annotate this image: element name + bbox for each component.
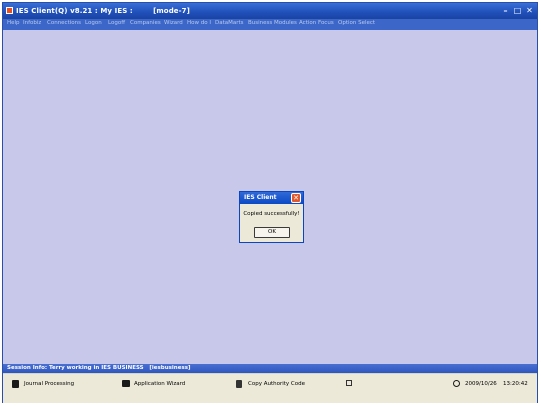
menu-infobiz[interactable]: Infobiz	[23, 20, 41, 26]
ok-button[interactable]: OK	[254, 227, 290, 238]
clock-icon	[453, 380, 460, 387]
app-icon	[6, 7, 13, 14]
session-info-bar: Session Info: Terry working in IES BUSIN…	[3, 364, 537, 373]
menu-how-do-i[interactable]: How do I	[187, 20, 211, 26]
title-bar[interactable]: IES Client(Q) v8.21 : My IES : [mode-7] …	[3, 3, 537, 19]
menu-logoff[interactable]: Logoff	[108, 20, 125, 26]
window-title: IES Client(Q) v8.21 : My IES : [mode-7]	[16, 7, 190, 15]
menu-wizard[interactable]: Wizard	[164, 20, 183, 26]
minimize-icon[interactable]: –	[500, 6, 511, 16]
copy-icon	[236, 380, 242, 388]
message-dialog: IES Client ✕ Copied successfully! OK	[239, 191, 304, 243]
dialog-close-icon[interactable]: ✕	[291, 193, 301, 203]
menu-datamarts[interactable]: DataMarts	[215, 20, 244, 26]
menu-option-select[interactable]: Option Select	[338, 20, 375, 26]
menu-connections[interactable]: Connections	[47, 20, 81, 26]
maximize-icon[interactable]: □	[512, 6, 523, 16]
menu-bar: Help Infobiz Connections Logon Logoff Co…	[3, 19, 537, 30]
document-icon	[12, 380, 19, 388]
menu-business-modules[interactable]: Business Modules	[248, 20, 297, 26]
menu-action-focus[interactable]: Action Focus	[299, 20, 334, 26]
menu-companies[interactable]: Companies	[130, 20, 161, 26]
date-display: 2009/10/26	[465, 381, 497, 387]
dialog-message: Copied successfully!	[243, 211, 300, 217]
menu-help[interactable]: Help	[7, 20, 20, 26]
session-info-text: Session Info: Terry working in IES BUSIN…	[7, 365, 191, 371]
dialog-title: IES Client	[244, 194, 277, 201]
wizard-icon	[122, 380, 130, 387]
dialog-title-bar[interactable]: IES Client ✕	[240, 192, 303, 204]
task-label: Journal Processing	[24, 381, 75, 387]
refresh-icon[interactable]	[346, 380, 352, 386]
menu-logon[interactable]: Logon	[85, 20, 102, 26]
close-icon[interactable]: ✕	[524, 6, 535, 16]
task-label: Application Wizard	[134, 381, 186, 387]
task-bar: Journal Processing Application Wizard Co…	[3, 373, 537, 403]
time-display: 13:20:42	[503, 381, 528, 387]
task-label: Copy Authority Code	[248, 381, 305, 387]
